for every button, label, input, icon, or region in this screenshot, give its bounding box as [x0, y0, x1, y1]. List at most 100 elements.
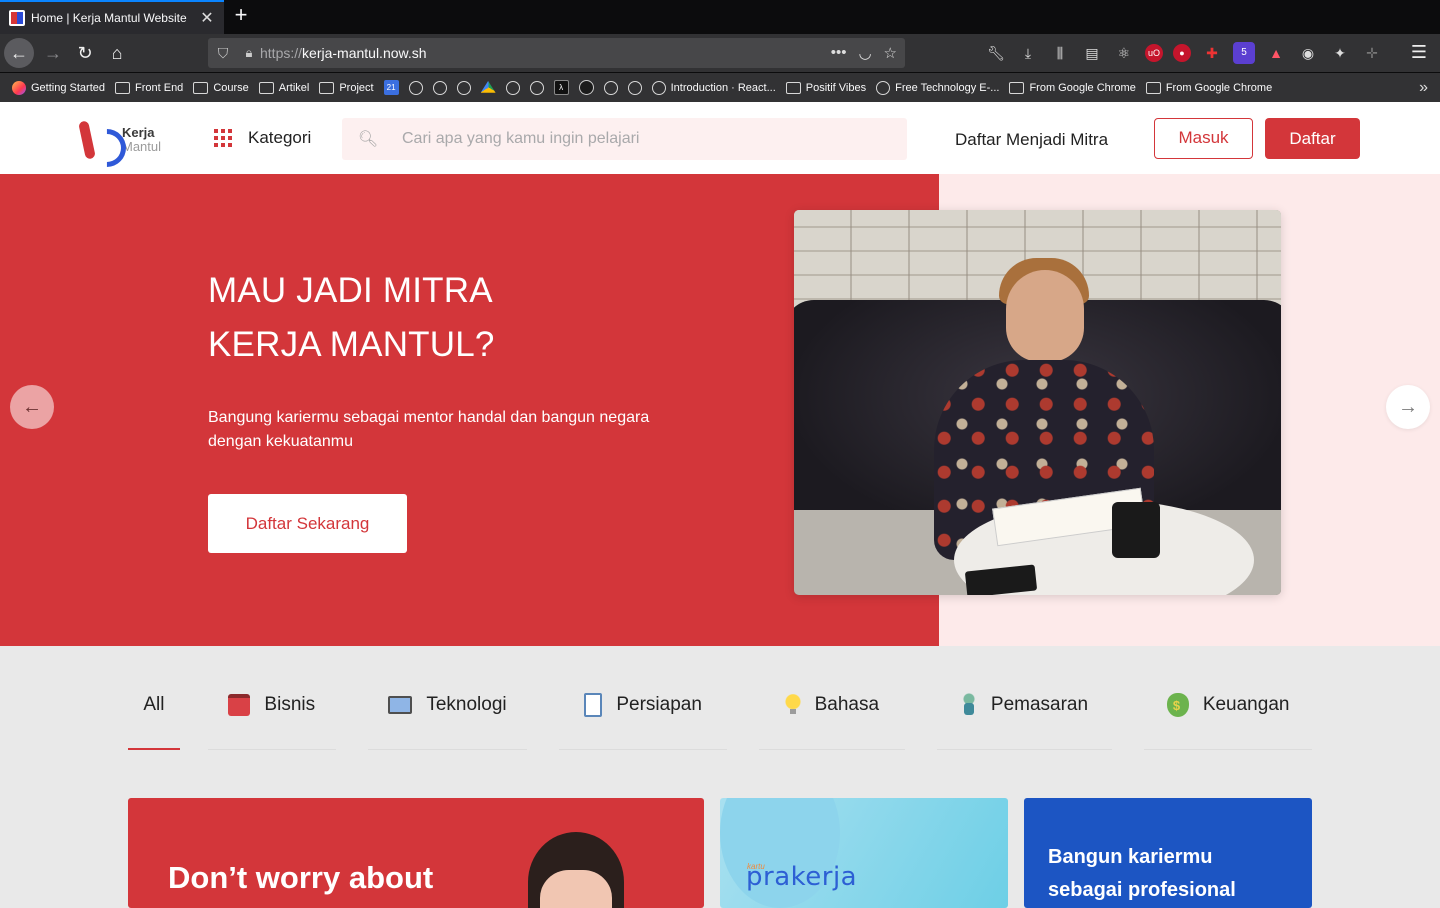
kategori-menu[interactable]: Kategori [214, 128, 311, 148]
bookmark-folder[interactable]: Artikel [258, 81, 309, 94]
tab-label: All [143, 693, 165, 715]
bookmark-item[interactable] [432, 80, 447, 95]
tab-label: Teknologi [426, 693, 507, 715]
tab-keuangan[interactable]: Keuangan [1144, 660, 1312, 750]
money-bag-icon [1166, 692, 1189, 717]
promo-card-title: Don’t worry about [168, 860, 434, 895]
extension-badge-icon[interactable]: 5 [1233, 42, 1255, 64]
puzzle-icon[interactable]: ✦ [1329, 42, 1351, 64]
page-actions-icon[interactable]: ••• [831, 44, 847, 62]
promo-card-red[interactable]: Don’t worry about [128, 798, 704, 908]
bookmark-item[interactable] [578, 80, 594, 95]
url-bar[interactable]: ⛉ 🔒︎ https:// kerja-mantul.now.sh ••• ◡ … [208, 38, 905, 68]
account-icon[interactable]: ◉ [1297, 42, 1319, 64]
bookmark-item[interactable]: 21 [383, 80, 399, 95]
bookmark-folder[interactable]: From Google Chrome [1009, 81, 1136, 94]
bookmark-item[interactable] [505, 80, 520, 95]
tab-close-icon[interactable]: ✕ [199, 8, 215, 28]
pocket-icon[interactable]: ◡ [858, 44, 871, 62]
bookmark-folder[interactable]: Project [319, 81, 374, 94]
bookmark-item[interactable] [603, 80, 618, 95]
bookmark-folder[interactable]: Positif Vibes [785, 81, 866, 94]
bookmarks-bar: Getting Started Front End Course Artikel… [0, 72, 1440, 102]
tab-persiapan[interactable]: Persiapan [559, 660, 727, 750]
tab-all[interactable]: All [128, 660, 180, 750]
extension-red-icon[interactable]: ● [1173, 44, 1191, 62]
new-tab-button[interactable]: + [230, 4, 252, 28]
bookmark-item[interactable]: Introduction · React... [651, 80, 776, 95]
prakerja-card[interactable]: kartu prakerja [720, 798, 1008, 908]
category-tabs: All Bisnis Teknologi Persiapan Bahasa Pe… [128, 660, 1312, 750]
bookmark-folder[interactable]: From Google Chrome [1145, 81, 1272, 94]
extension-rocket-icon[interactable]: ▲ [1265, 42, 1287, 64]
home-icon[interactable]: ⌂ [102, 38, 132, 68]
globe-icon [876, 80, 891, 95]
carousel-next-arrow-icon[interactable]: → [1386, 385, 1430, 429]
library-icon[interactable]: ⫼ [1049, 42, 1071, 64]
clipboard-icon [584, 692, 603, 717]
bookmark-item[interactable]: λ [553, 80, 569, 95]
bookmark-item[interactable] [529, 80, 544, 95]
globe-icon [603, 80, 618, 95]
bookmark-star-icon[interactable]: ☆ [884, 44, 897, 62]
promo-card-navy[interactable]: Bangun kariermu sebagai profesional [1024, 798, 1312, 908]
globe-icon [529, 80, 544, 95]
site-header: Kerja Mantul Kategori 🔍︎ Daftar Menjadi … [0, 102, 1440, 174]
tracking-shield-icon[interactable]: ⛉ [208, 45, 238, 62]
tab-bahasa[interactable]: Bahasa [758, 660, 905, 750]
daftar-mitra-link[interactable]: Daftar Menjadi Mitra [955, 130, 1108, 150]
extension-cross-icon[interactable]: ✚ [1201, 42, 1223, 64]
back-arrow-icon[interactable]: ← [4, 38, 34, 68]
react-devtools-icon[interactable]: ⚛︎ [1113, 42, 1135, 64]
ublock-icon[interactable]: uO [1145, 44, 1163, 62]
extension-plus-icon[interactable]: ✛ [1361, 42, 1383, 64]
carousel-prev-arrow-icon[interactable]: ← [10, 385, 54, 429]
person-icon [960, 692, 977, 717]
bookmark-folder[interactable]: Front End [115, 81, 183, 94]
tab-bisnis[interactable]: Bisnis [207, 660, 336, 750]
folder-icon [785, 81, 801, 94]
hero-title-line1: MAU JADI MITRA [208, 271, 493, 310]
site-logo[interactable]: Kerja Mantul [80, 119, 175, 161]
browser-nav-bar: ← → ↻ ⌂ ⛉ 🔒︎ https:// kerja-mantul.now.s… [0, 34, 1440, 72]
browser-tab[interactable]: Home | Kerja Mantul Website ✕ [0, 0, 224, 34]
forward-arrow-icon[interactable]: → [38, 38, 68, 68]
tab-title: Home | Kerja Mantul Website [31, 11, 187, 25]
extension-toolbar: 🔧︎ ⤓ ⫼ ▤ ⚛︎ uO ● ✚ 5 ▲ ◉ ✦ ✛ [985, 38, 1383, 68]
lightbulb-icon [784, 693, 801, 716]
briefcase-icon [228, 693, 251, 716]
login-button[interactable]: Masuk [1154, 118, 1253, 159]
hamburger-menu-icon[interactable]: ☰ [1408, 42, 1430, 63]
tab-pemasaran[interactable]: Pemasaran [936, 660, 1113, 750]
bookmark-item[interactable] [480, 81, 496, 94]
github-icon [578, 80, 594, 95]
hero-title: MAU JADI MITRA KERJA MANTUL? [208, 264, 628, 372]
tab-label: Keuangan [1202, 693, 1290, 715]
folder-icon [115, 81, 130, 94]
bookmark-folder[interactable]: Course [193, 81, 249, 94]
daftar-sekarang-button[interactable]: Daftar Sekarang [208, 494, 407, 553]
sidebar-icon[interactable]: ▤ [1081, 42, 1103, 64]
grid-icon [214, 129, 232, 147]
wrench-icon[interactable]: 🔧︎ [985, 42, 1007, 64]
search-input[interactable] [394, 130, 907, 148]
download-icon[interactable]: ⤓ [1017, 42, 1039, 64]
chevron-double-right-icon[interactable]: » [1419, 79, 1428, 97]
url-protocol: https:// [260, 45, 303, 61]
tab-label: Persiapan [616, 693, 702, 715]
register-button[interactable]: Daftar [1265, 118, 1360, 159]
bookmark-item[interactable] [627, 80, 642, 95]
promo-card-navy-title: Bangun kariermu sebagai profesional [1048, 846, 1236, 901]
tab-teknologi[interactable]: Teknologi [367, 660, 528, 750]
reload-icon[interactable]: ↻ [70, 38, 100, 68]
tab-label: Pemasaran [990, 693, 1089, 715]
bookmark-item[interactable] [408, 80, 423, 95]
hero-title-line2: KERJA MANTUL? [208, 325, 495, 364]
bookmark-item[interactable]: Free Technology E-... [876, 80, 999, 95]
lock-icon[interactable]: 🔒︎ [238, 45, 260, 61]
bookmark-item[interactable] [456, 80, 471, 95]
hero-subtitle: Bangung kariermu sebagai mentor handal d… [208, 409, 650, 450]
promo-card-photo [528, 832, 624, 908]
folder-icon [258, 81, 274, 94]
bookmark-item[interactable]: Getting Started [12, 80, 105, 95]
